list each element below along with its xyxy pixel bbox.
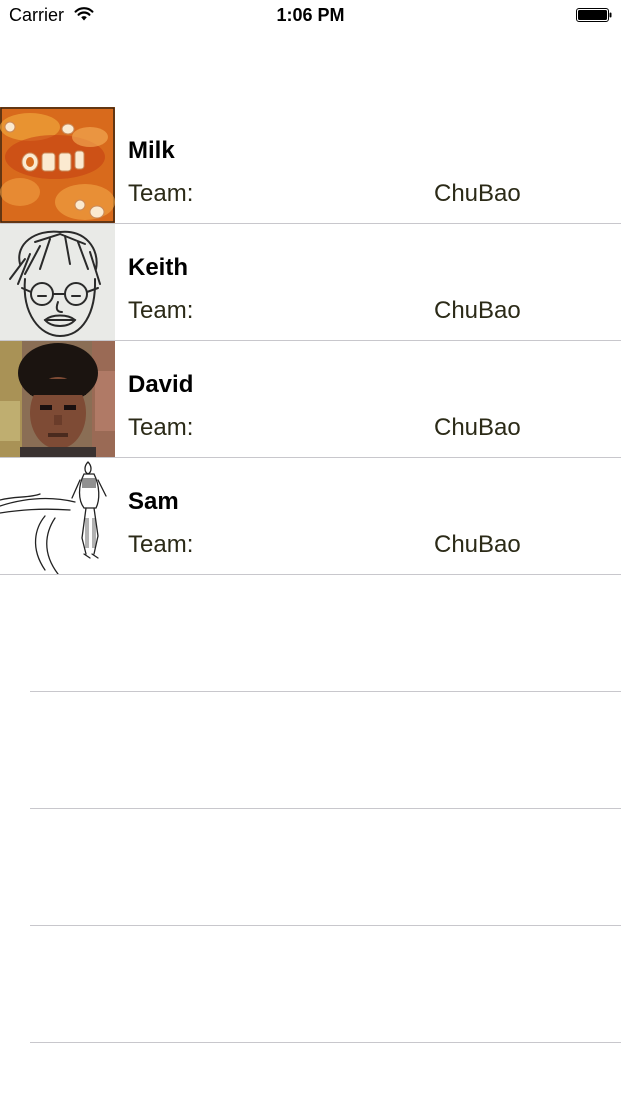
battery-icon: [576, 8, 612, 22]
status-bar: Carrier 1:06 PM: [0, 0, 621, 32]
member-name: Keith: [128, 254, 188, 281]
team-value: ChuBao: [434, 297, 521, 324]
empty-row: [0, 809, 621, 926]
empty-row: [0, 926, 621, 1043]
member-row[interactable]: Milk Team: ChuBao: [0, 107, 621, 224]
member-avatar: [0, 107, 115, 223]
member-avatar: [0, 224, 115, 340]
member-name: David: [128, 371, 194, 398]
person-photo: [0, 341, 115, 457]
member-table: Milk Team: ChuBao Keith Team: ChuBao Dav…: [0, 107, 621, 1043]
member-row[interactable]: Sam Team: ChuBao: [0, 458, 621, 575]
face-sketch-drawing: [0, 224, 115, 340]
team-label: Team:: [128, 297, 194, 324]
clock-time: 1:06 PM: [276, 5, 345, 25]
hiker-ink-drawing: [0, 458, 115, 574]
team-label: Team:: [128, 531, 194, 558]
team-value: ChuBao: [434, 531, 521, 558]
member-avatar: [0, 458, 115, 574]
team-label: Team:: [128, 414, 194, 441]
member-name: Sam: [128, 488, 179, 515]
row-separator: [30, 1042, 621, 1043]
team-value: ChuBao: [434, 180, 521, 207]
member-row[interactable]: David Team: ChuBao: [0, 341, 621, 458]
empty-row: [0, 692, 621, 809]
team-label: Team:: [128, 180, 194, 207]
alphabet-soup-photo: [0, 107, 115, 223]
team-value: ChuBao: [434, 414, 521, 441]
empty-row: [0, 575, 621, 692]
member-row[interactable]: Keith Team: ChuBao: [0, 224, 621, 341]
screen: Carrier 1:06 PM Milk Team: ChuBao Keith …: [0, 0, 621, 1104]
member-avatar: [0, 341, 115, 457]
member-name: Milk: [128, 137, 175, 164]
